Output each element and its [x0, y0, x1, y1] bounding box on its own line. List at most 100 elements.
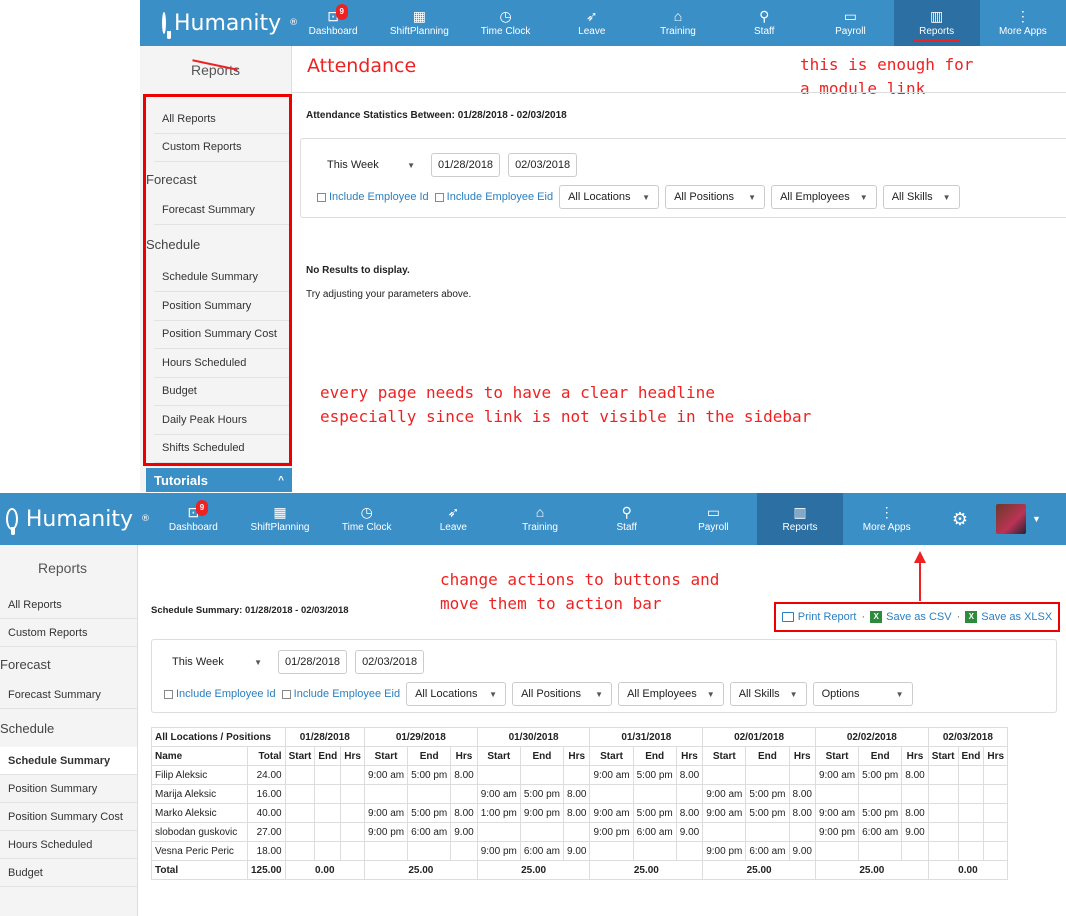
shift-cell: [284, 765, 316, 785]
caret-down-icon: ▼: [942, 192, 951, 202]
nav-shiftplanning[interactable]: ▦ ShiftPlanning: [237, 493, 324, 545]
all-positions-select[interactable]: All Positions ▼: [665, 185, 766, 209]
all-skills-select[interactable]: All Skills ▼: [882, 185, 960, 209]
caret-down-icon: ▼: [748, 192, 757, 202]
all-employees-select[interactable]: All Employees ▼: [771, 185, 877, 209]
save-csv-button[interactable]: X Save as CSV: [870, 611, 952, 623]
range-select[interactable]: This Week ▼: [319, 153, 423, 177]
date-to-input[interactable]: 02/03/2018: [355, 650, 425, 674]
sidebar-item-forecast-summary[interactable]: Forecast Summary: [0, 681, 137, 709]
include-employee-eid-checkbox[interactable]: Include Employee Eid: [281, 688, 400, 700]
sidebar-item-position-summary-cost[interactable]: Position Summary Cost: [154, 321, 289, 349]
sidebar-item-custom-reports[interactable]: Custom Reports: [154, 134, 289, 162]
sidebar-item-all-reports[interactable]: All Reports: [0, 591, 137, 619]
sidebar-item-hours-scheduled[interactable]: Hours Scheduled: [0, 831, 137, 859]
shift-cell: 9:00 am: [589, 803, 634, 823]
all-positions-select[interactable]: All Positions ▼: [512, 682, 613, 706]
humanity-logo[interactable]: Humanity ®: [140, 0, 298, 46]
nav-staff[interactable]: ⚲ Staff: [721, 0, 807, 46]
person-icon: ⚲: [621, 504, 632, 520]
nav-staff[interactable]: ⚲ Staff: [583, 493, 670, 545]
shift-cell: [450, 841, 478, 861]
humanity-logo-icon: [162, 12, 171, 39]
nav-time-clock[interactable]: ◷ Time Clock: [462, 0, 548, 46]
sidebar-item-custom-reports[interactable]: Custom Reports: [0, 619, 137, 647]
nav-reports[interactable]: ▥ Reports: [893, 0, 980, 46]
day-total: 25.00: [814, 860, 929, 880]
tutorials-bar[interactable]: Tutorials ^: [146, 468, 292, 492]
nav-shiftplanning[interactable]: ▦ ShiftPlanning: [376, 0, 462, 46]
sidebar-item-shifts-scheduled[interactable]: Shifts Scheduled: [154, 435, 289, 463]
range-select[interactable]: This Week ▼: [164, 650, 270, 674]
sidebar-item-schedule-summary[interactable]: Schedule Summary: [0, 747, 137, 775]
sidebar-item-budget[interactable]: Budget: [0, 859, 137, 887]
bottom-filter-selects: All Locations ▼ All Positions ▼ All Employee…: [406, 682, 913, 706]
bottom-nav-items: ⊡ 9 Dashboard ▦ ShiftPlanning ◷ Time Clock ➶ Lea…: [150, 493, 930, 545]
sidebar-item-schedule-summary[interactable]: Schedule Summary: [154, 264, 289, 292]
employee-name: Filip Aleksic: [151, 765, 248, 785]
date-to-input[interactable]: 02/03/2018: [508, 153, 578, 177]
nav-label: More Apps: [998, 26, 1047, 37]
nav-label: More Apps: [862, 522, 911, 533]
nav-more-apps[interactable]: ⋮ More Apps: [843, 493, 930, 545]
nav-leave[interactable]: ➶ Leave: [549, 0, 635, 46]
include-employee-id-checkbox[interactable]: Include Employee Id: [317, 191, 429, 203]
sub-header: Start: [927, 746, 959, 766]
date-from-input[interactable]: 01/28/2018: [278, 650, 348, 674]
nav-payroll[interactable]: ▭ Payroll: [670, 493, 757, 545]
sidebar-item-position-summary[interactable]: Position Summary: [0, 775, 137, 803]
shift-cell: [858, 841, 903, 861]
nav-training[interactable]: ⌂ Training: [497, 493, 584, 545]
bottom-sidebar: Reports All Reports Custom Reports Forecas…: [0, 545, 138, 916]
person-icon: ⚲: [759, 8, 770, 24]
shift-cell: 9:00 am: [814, 765, 860, 785]
nav-dashboard[interactable]: ⊡ 9 Dashboard: [290, 0, 376, 46]
options-select[interactable]: Options ▼: [812, 682, 913, 706]
avatar[interactable]: ▼: [990, 493, 1060, 545]
shift-cell: [983, 803, 1009, 823]
nav-more-apps[interactable]: ⋮ More Apps: [980, 0, 1066, 46]
nav-leave[interactable]: ➶ Leave: [410, 493, 497, 545]
shift-cell: [858, 784, 903, 804]
all-locations-select[interactable]: All Locations ▼: [559, 185, 660, 209]
shift-cell: [814, 841, 860, 861]
all-locations-select[interactable]: All Locations ▼: [406, 682, 507, 706]
nav-training[interactable]: ⌂ Training: [635, 0, 721, 46]
shift-cell: [562, 765, 591, 785]
total-label: Total: [151, 860, 248, 880]
nav-payroll[interactable]: ▭ Payroll: [807, 0, 893, 46]
nav-time-clock[interactable]: ◷ Time Clock: [323, 493, 410, 545]
sidebar-item-daily-peak-hours[interactable]: Daily Peak Hours: [154, 406, 289, 435]
caret-down-icon: ▼: [489, 689, 498, 699]
sidebar-item-forecast-summary[interactable]: Forecast Summary: [154, 197, 289, 225]
nav-reports[interactable]: ▥ Reports: [756, 493, 844, 545]
print-report-button[interactable]: Print Report: [781, 611, 857, 623]
sidebar-item-hours-scheduled[interactable]: Hours Scheduled: [154, 349, 289, 378]
spreadsheet-icon: X: [965, 611, 978, 623]
grid-icon: ▦: [273, 504, 287, 520]
all-employees-select[interactable]: All Employees ▼: [618, 682, 724, 706]
rocket-icon: ➶: [585, 8, 598, 24]
sidebar-title-struck: Reports: [140, 46, 291, 94]
nav-dashboard[interactable]: ⊡ 9 Dashboard: [150, 493, 237, 545]
sub-header: Hrs: [562, 746, 591, 766]
all-skills-select[interactable]: All Skills ▼: [729, 682, 807, 706]
include-employee-eid-checkbox[interactable]: Include Employee Eid: [434, 191, 553, 203]
shift-cell: [702, 822, 747, 842]
more-icon: ⋮: [879, 504, 894, 520]
settings-icon[interactable]: ⚙: [930, 493, 990, 545]
nav-label: Payroll: [835, 26, 866, 37]
sidebar-item-budget[interactable]: Budget: [154, 378, 289, 406]
sidebar-item-all-reports[interactable]: All Reports: [154, 105, 289, 134]
save-xlsx-button[interactable]: X Save as XLSX: [965, 611, 1052, 623]
date-header: 01/31/2018: [589, 727, 704, 747]
humanity-logo[interactable]: Humanity ®: [0, 493, 150, 545]
tutorials-label: Tutorials: [154, 472, 208, 488]
date-from-input[interactable]: 01/28/2018: [431, 153, 501, 177]
shift-cell: [407, 841, 452, 861]
table-row: Marija Aleksic 16.00 9:00 am 5:00 pm 8.00 9:0…: [151, 784, 1009, 804]
shift-cell: [957, 822, 985, 842]
sidebar-item-position-summary[interactable]: Position Summary: [154, 292, 289, 321]
include-employee-id-checkbox[interactable]: Include Employee Id: [164, 688, 276, 700]
sidebar-item-position-summary-cost[interactable]: Position Summary Cost: [0, 803, 137, 831]
